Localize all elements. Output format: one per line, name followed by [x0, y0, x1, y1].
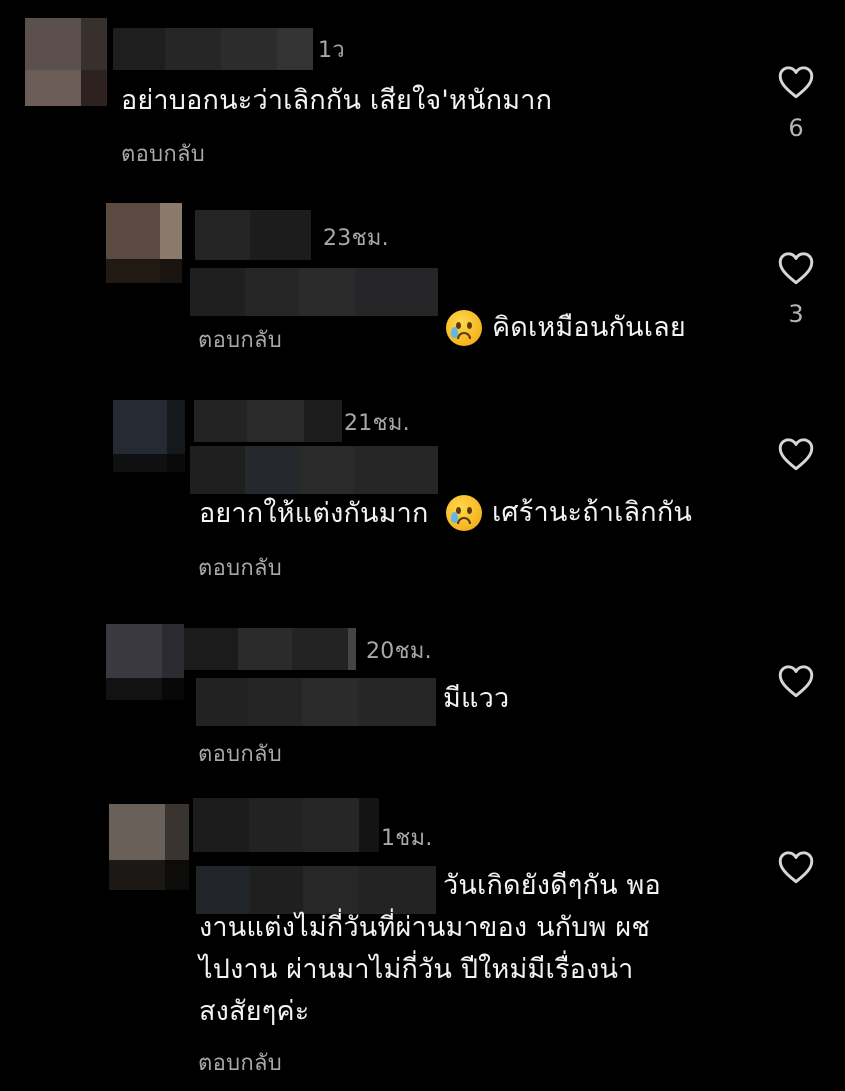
comment-text: เศร้านะถ้าเลิกกัน: [446, 450, 692, 544]
comment-text: อยากให้แต่งกันมาก: [199, 498, 429, 529]
comment-text: อย่าบอกนะว่าเลิกกัน เสียใจ'หนักมาก: [121, 85, 553, 116]
reply-button[interactable]: ตอบกลับ: [198, 741, 282, 769]
reply-button[interactable]: ตอบกลับ: [198, 327, 282, 355]
crying-face-emoji: [446, 310, 482, 346]
comment-timestamp: 20ชม.: [366, 639, 432, 664]
username-blurred[interactable]: [194, 400, 342, 442]
heart-outline-icon: [778, 665, 814, 698]
like-button[interactable]: [776, 437, 816, 471]
like-button[interactable]: [776, 664, 816, 698]
username-blurred[interactable]: [195, 210, 311, 260]
comment-text: วันเกิดยังดีๆกัน พอ: [443, 870, 661, 901]
comment-timestamp: 21ชม.: [344, 411, 410, 436]
avatar[interactable]: [113, 400, 185, 472]
like-count: 6: [788, 114, 804, 142]
reply-button[interactable]: ตอบกลับ: [198, 555, 282, 583]
comments-thread: 1ว อย่าบอกนะว่าเลิกกัน เสียใจ'หนักมาก ตอ…: [0, 0, 845, 1091]
comment-text-blurred: [196, 678, 436, 726]
avatar[interactable]: [106, 624, 184, 700]
crying-face-emoji: [446, 495, 482, 531]
like-button[interactable]: [776, 65, 816, 99]
comment-text-blurred: [190, 268, 438, 316]
avatar[interactable]: [109, 804, 189, 890]
like-button[interactable]: [776, 850, 816, 884]
avatar[interactable]: [25, 18, 107, 106]
heart-outline-icon: [778, 851, 814, 884]
heart-outline-icon: [778, 438, 814, 471]
comment-timestamp: 23ชม.: [323, 226, 389, 251]
like-count: 3: [788, 300, 804, 328]
comment-text-blurred: [190, 446, 438, 494]
username-blurred[interactable]: [184, 628, 356, 670]
like-button[interactable]: [776, 251, 816, 285]
comment-text: มีแวว: [443, 683, 510, 714]
heart-outline-icon: [778, 252, 814, 285]
comment-item: 1ว อย่าบอกนะว่าเลิกกัน เสียใจ'หนักมาก ตอ…: [0, 0, 845, 190]
username-blurred[interactable]: [193, 798, 379, 852]
comment-timestamp: 1ว: [318, 38, 345, 63]
reply-button[interactable]: ตอบกลับ: [121, 141, 205, 169]
comment-text: คิดเหมือนกันเลย: [446, 265, 686, 359]
username-blurred[interactable]: [113, 28, 313, 70]
comment-text: งานแต่งไม่กี่วันที่ผ่านมาของ นกับพ ผช ไป…: [199, 912, 650, 1027]
heart-outline-icon: [778, 66, 814, 99]
reply-button[interactable]: ตอบกลับ: [198, 1050, 282, 1078]
avatar[interactable]: [106, 203, 182, 283]
comment-timestamp: 1ชม.: [381, 826, 433, 851]
